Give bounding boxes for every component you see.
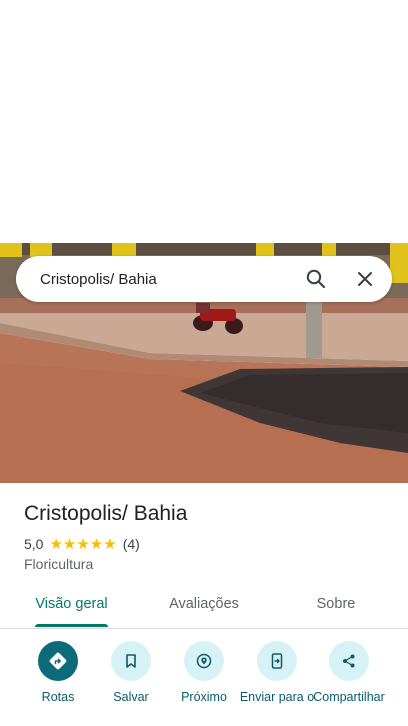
share-icon [329, 641, 369, 681]
search-icon[interactable] [304, 267, 328, 291]
nearby-label: Próximo [181, 690, 227, 704]
save-label: Salvar [113, 690, 149, 704]
send-to-phone-button[interactable]: Enviar para o [237, 641, 317, 704]
nearby-icon [184, 641, 224, 681]
tab-reviews[interactable]: Avaliações [162, 596, 246, 612]
map-blank-area [0, 0, 408, 243]
tab-about[interactable]: Sobre [306, 596, 366, 612]
close-icon[interactable] [353, 267, 377, 291]
rating-value: 5,0 [24, 536, 44, 552]
share-button[interactable]: Compartilhar [309, 641, 389, 704]
share-label: Compartilhar [313, 690, 385, 704]
directions-icon [38, 641, 78, 681]
save-button[interactable]: Salvar [91, 641, 171, 704]
search-input[interactable]: Cristopolis/ Bahia [40, 271, 392, 288]
place-info: Cristopolis/ Bahia 5,0 ★★★★★ (4) Floricu… [24, 500, 394, 572]
tab-overview[interactable]: Visão geral [35, 596, 108, 612]
place-category: Floricultura [24, 556, 94, 572]
star-rating-icon: ★★★★★ [49, 536, 117, 553]
place-title: Cristopolis/ Bahia [24, 502, 188, 525]
directions-label: Rotas [41, 690, 75, 704]
send-to-phone-icon [257, 641, 297, 681]
search-bar[interactable]: Cristopolis/ Bahia [16, 256, 392, 302]
bookmark-icon [111, 641, 151, 681]
directions-button[interactable]: Rotas [18, 641, 98, 704]
active-tab-indicator [35, 624, 108, 627]
rating-row[interactable]: 5,0 ★★★★★ (4) [24, 534, 394, 554]
action-bar: Rotas Salvar Próximo Enviar para o Compa… [0, 641, 408, 726]
nearby-button[interactable]: Próximo [164, 641, 244, 704]
tab-bar: Visão geral Avaliações Sobre [0, 582, 408, 629]
review-count: (4) [122, 536, 140, 552]
send-to-phone-label: Enviar para o [239, 690, 315, 704]
